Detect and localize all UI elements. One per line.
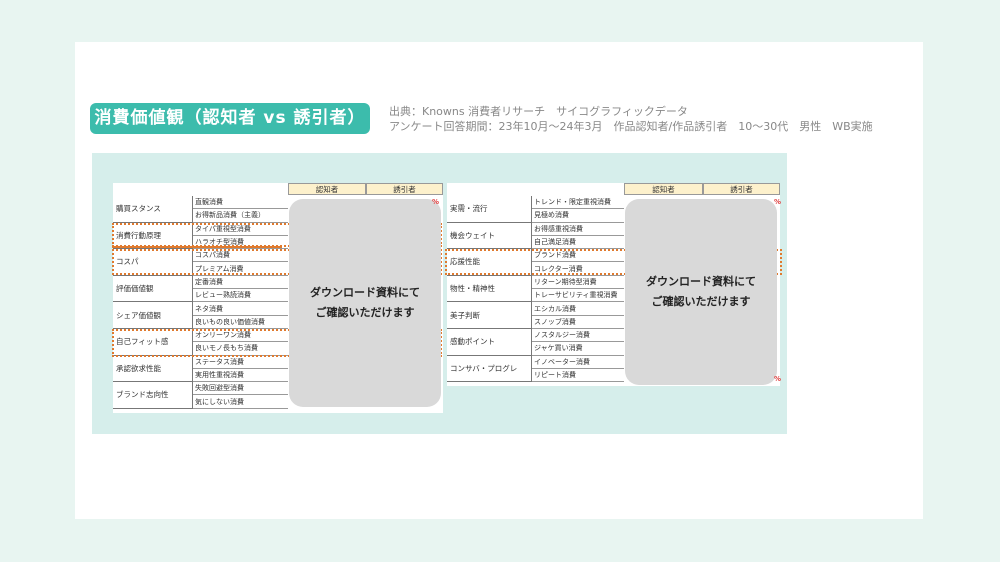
left-item-label: レビュー熟読消費 <box>193 289 288 303</box>
left-header-col2: 誘引者 <box>366 183 443 195</box>
left-item-label: 気にしない消費 <box>193 396 288 409</box>
right-group-label: 機会ウェイト <box>447 222 532 250</box>
overlay-left-line2: ご確認いただけます <box>315 306 415 319</box>
right-item-label: トレンド・限定重視消費 <box>532 196 624 210</box>
left-header-col1: 認知者 <box>288 183 366 195</box>
left-item-label: 定番消費 <box>193 276 288 290</box>
download-overlay-left[interactable]: ダウンロード資料にて ご確認いただけます <box>289 199 441 407</box>
right-item-label: 見極め消費 <box>532 209 624 223</box>
right-item-label: リピート消費 <box>532 369 624 383</box>
right-header-col2: 誘引者 <box>703 183 780 195</box>
left-group-label: シェア価値観 <box>113 302 193 329</box>
right-item-label: お得感重視消費 <box>532 223 624 236</box>
left-item-label: ネタ消費 <box>193 302 288 316</box>
pct-mark-right-bottom: % <box>774 375 782 383</box>
pct-mark-left-top: % <box>432 198 440 206</box>
pct-mark-right-top: % <box>774 198 782 206</box>
left-group-label: 承認欲求性能 <box>113 355 193 383</box>
left-item-label: ステータス消費 <box>193 356 288 369</box>
download-overlay-right[interactable]: ダウンロード資料にて ご確認いただけます <box>625 199 777 385</box>
left-group-label: ブランド志向性 <box>113 382 193 409</box>
page-title: 消費価値観（認知者 vs 誘引者） <box>90 103 370 134</box>
right-item-label: ジャケ買い消費 <box>532 342 624 356</box>
left-item-label: 良いもの良い価値消費 <box>193 316 288 329</box>
overlay-right-line2: ご確認いただけます <box>651 295 751 308</box>
overlay-left-line1: ダウンロード資料にて <box>310 286 420 299</box>
right-item-label: スノッブ消費 <box>532 316 624 329</box>
right-group-label: 実需・流行 <box>447 196 532 223</box>
right-group-label: 美子判断 <box>447 302 532 329</box>
right-item-label: ノスタルジー消費 <box>532 329 624 343</box>
right-group-label: コンサバ・プログレ <box>447 355 532 383</box>
right-group-label: 物性・精神性 <box>447 275 532 303</box>
right-item-label: リターン期待型消費 <box>532 276 624 290</box>
left-item-label: 失敗回避型消費 <box>193 382 288 396</box>
right-item-label: エシカル消費 <box>532 302 624 316</box>
tables-panel: 認知者 誘引者 購買スタンス 直観消費 お得新品消費（主義） 消費行動原理 タイパ重視型… <box>92 153 787 434</box>
right-item-label: トレーサビリティ重視消費 <box>532 289 624 303</box>
right-group-label: 感動ポイント <box>447 329 532 356</box>
left-item-label: お得新品消費（主義） <box>193 209 288 223</box>
left-group-label: 購買スタンス <box>113 196 193 223</box>
left-group-label: 評価価値観 <box>113 275 193 303</box>
overlay-right-line1: ダウンロード資料にて <box>646 275 756 288</box>
source-info: 出典：Knowns 消費者リサーチ サイコグラフィックデータ アンケート回答期間… <box>389 104 873 134</box>
right-header-col1: 認知者 <box>624 183 703 195</box>
source-line-1: 出典：Knowns 消費者リサーチ サイコグラフィックデータ <box>389 105 688 118</box>
right-item-label: イノベーター消費 <box>532 356 624 369</box>
source-line-2: アンケート回答期間：23年10月〜24年3月 作品認知者/作品誘引者 10〜30… <box>389 120 873 133</box>
left-item-label: 実用性重視消費 <box>193 369 288 383</box>
right-item-label: 自己満足消費 <box>532 236 624 250</box>
highlight-underline-left <box>112 246 282 248</box>
left-item-label: 直観消費 <box>193 196 288 210</box>
